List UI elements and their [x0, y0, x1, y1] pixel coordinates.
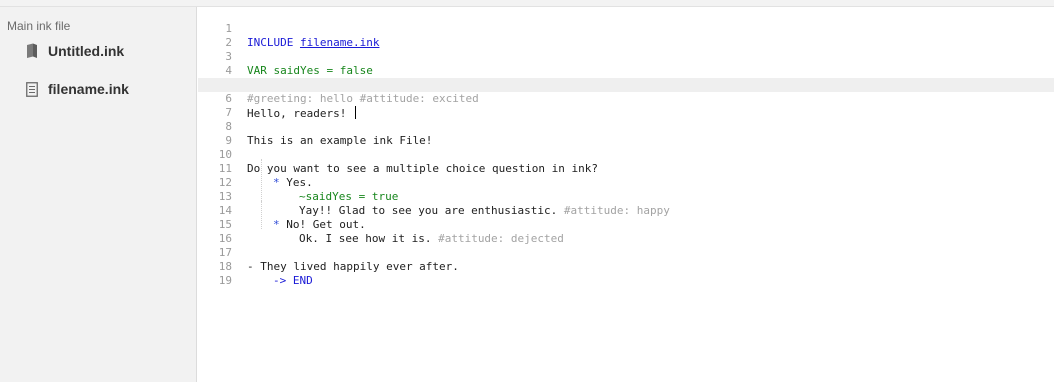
sidebar-file-label: Untitled.ink — [48, 43, 125, 59]
sidebar-header: Main ink file — [7, 19, 71, 33]
code-line-16[interactable]: 16 — [198, 218, 1054, 245]
code-line-13[interactable]: 13 Yay!! Glad to see you are enthusiasti… — [198, 176, 1054, 217]
top-toolbar-strip — [0, 0, 1054, 7]
code-line-17[interactable]: 17 - They lived happily ever after. — [198, 232, 1054, 273]
code-line-19[interactable]: 19 — [198, 260, 1054, 287]
code-line-18[interactable]: 18 -> END — [198, 246, 1054, 287]
file-sidebar: Main ink file Untitled.ink filename.ink — [0, 7, 197, 382]
code-line-9[interactable]: 9 — [198, 120, 1054, 147]
book-icon — [24, 43, 40, 59]
divert-target: END — [292, 274, 313, 287]
code-line-10[interactable]: 10 Do you want to see a multiple choice … — [198, 134, 1054, 175]
sidebar-file-untitled[interactable]: Untitled.ink — [24, 42, 124, 60]
code-line-8[interactable]: 8 This is an example ink File! — [198, 106, 1054, 147]
code-editor[interactable]: 1 INCLUDE filename.ink 2 3 VAR saidYes =… — [198, 7, 1054, 382]
code-line-11[interactable]: 11 * Yes. — [198, 148, 1054, 189]
code-line-1[interactable]: 1 INCLUDE filename.ink — [198, 8, 1054, 49]
code-line-12[interactable]: 12 ~saidYes = true — [198, 162, 1054, 203]
code-line-14[interactable]: 14 * No! Get out. — [198, 190, 1054, 231]
code-line-4[interactable]: 4 — [198, 50, 1054, 77]
divert-arrow: -> — [273, 274, 287, 287]
code-line-3[interactable]: 3 VAR saidYes = false — [198, 36, 1054, 77]
sidebar-file-label: filename.ink — [48, 81, 129, 97]
code-line-6-active[interactable]: 6 Hello, readers! — [198, 78, 1054, 120]
code-line-5[interactable]: 5 #greeting: hello #attitude: excited — [198, 64, 1054, 105]
sidebar-file-filename[interactable]: filename.ink — [24, 80, 129, 98]
code-line-7[interactable]: 7 — [198, 92, 1054, 119]
document-icon — [24, 81, 40, 97]
code-line-15[interactable]: 15 Ok. I see how it is. #attitude: dejec… — [198, 204, 1054, 245]
line-number: 19 — [218, 274, 232, 287]
code-line-2[interactable]: 2 — [198, 22, 1054, 49]
